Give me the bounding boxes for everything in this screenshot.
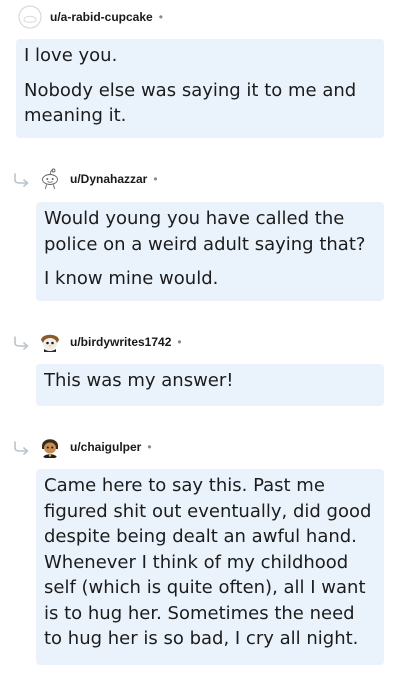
comment-body: This was my answer! xyxy=(36,364,384,406)
username[interactable]: u/chaigulper xyxy=(70,440,141,454)
character-avatar-icon[interactable] xyxy=(38,435,62,459)
comment-body: Would young you have called the police o… xyxy=(36,202,384,301)
comment-header: u/chaigulper • xyxy=(38,435,152,459)
separator-dot: • xyxy=(147,440,152,454)
separator-dot: • xyxy=(177,335,182,349)
reply-arrow-icon xyxy=(14,173,29,187)
username[interactable]: u/a-rabid-cupcake xyxy=(50,10,153,24)
snoo-default-avatar-icon[interactable] xyxy=(38,167,62,191)
comment-paragraph: Came here to say this. Past me figured s… xyxy=(44,475,372,649)
snoo-outline-avatar-icon[interactable] xyxy=(18,5,42,29)
separator-dot: • xyxy=(153,172,158,186)
comment-paragraph: Would young you have called the police o… xyxy=(44,208,366,255)
comment-header: u/Dynahazzar • xyxy=(38,167,158,191)
reply-arrow-icon xyxy=(14,441,29,455)
comment-header: u/birdywrites1742 • xyxy=(38,330,182,354)
comment-header: u/a-rabid-cupcake • xyxy=(18,5,163,29)
username[interactable]: u/Dynahazzar xyxy=(70,172,147,186)
username[interactable]: u/birdywrites1742 xyxy=(70,335,171,349)
comment-body: Came here to say this. Past me figured s… xyxy=(36,469,384,665)
comment-paragraph: Nobody else was saying it to me and mean… xyxy=(24,79,357,127)
comment-paragraph: This was my answer! xyxy=(44,370,234,391)
separator-dot: • xyxy=(158,10,163,24)
reply-arrow-icon xyxy=(14,336,29,350)
comment-paragraph: I know mine would. xyxy=(44,268,219,289)
comment-paragraph: I love you. xyxy=(24,45,118,66)
bird-avatar-icon[interactable] xyxy=(38,330,62,354)
comment-body: I love you. Nobody else was saying it to… xyxy=(16,39,384,138)
